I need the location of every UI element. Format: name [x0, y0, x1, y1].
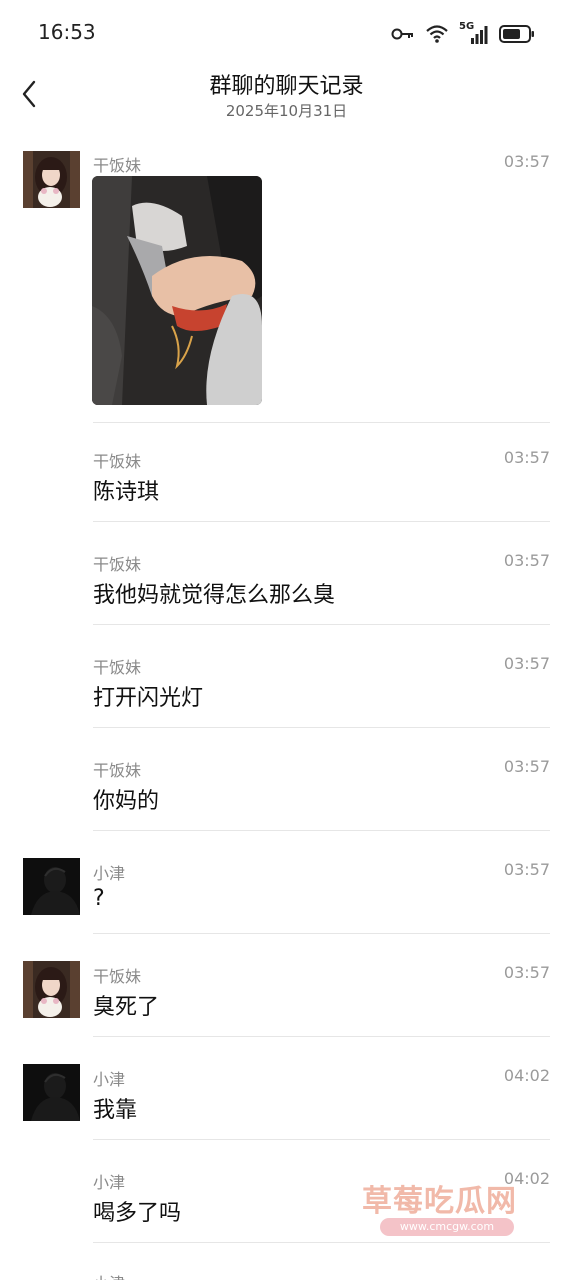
message-item: 干饭妹 03:57 我他妈就觉得怎么那么臭	[0, 549, 573, 619]
status-time: 16:53	[38, 20, 96, 44]
page-date: 2025年10月31日	[225, 102, 348, 120]
message-time: 03:57	[503, 654, 550, 673]
sender-name: 小津	[93, 1173, 126, 1192]
message-text: ?	[93, 886, 105, 911]
message-text: 你妈的	[93, 789, 160, 814]
status-bar: 16:53 5G	[0, 0, 573, 66]
divider	[93, 1139, 550, 1140]
divider	[93, 727, 550, 728]
message-text: 打开闪光灯	[93, 686, 204, 711]
divider	[93, 422, 550, 423]
sender-name: 小津	[93, 1070, 126, 1089]
message-time: 04:02	[503, 1066, 550, 1085]
message-item: 干饭妹 03:57 你妈的	[0, 755, 573, 825]
message-time: 03:57	[503, 152, 550, 171]
message-item: 干饭妹 03:57	[0, 150, 573, 422]
sender-name: 干饭妹	[93, 967, 142, 986]
divider	[93, 521, 550, 522]
message-item: 干饭妹 03:57 臭死了	[0, 961, 573, 1031]
message-text: 喝多了吗	[93, 1201, 182, 1226]
wifi-icon	[426, 25, 448, 43]
message-time: 03:57	[503, 551, 550, 570]
sender-name: 干饭妹	[93, 761, 142, 780]
message-item: 小津 03:57 ?	[0, 858, 573, 928]
page-title: 群聊的聊天记录	[209, 74, 364, 99]
sender-name: 干饭妹	[93, 452, 142, 471]
status-icons: 5G	[391, 20, 535, 48]
avatar-xiaojin[interactable]	[23, 858, 80, 915]
divider	[93, 1242, 550, 1243]
avatar-ganfanmei[interactable]	[23, 151, 80, 208]
sender-name: 干饭妹	[93, 658, 142, 677]
divider	[93, 1036, 550, 1037]
avatar-ganfanmei[interactable]	[23, 961, 80, 1018]
sender-name: 干饭妹	[93, 156, 142, 175]
message-text: 臭死了	[93, 995, 160, 1020]
divider	[93, 624, 550, 625]
sender-name: 小津	[93, 864, 126, 883]
divider	[93, 933, 550, 934]
avatar-xiaojin[interactable]	[23, 1064, 80, 1121]
message-item: 干饭妹 03:57 打开闪光灯	[0, 652, 573, 722]
message-time: 04:02	[503, 1169, 550, 1188]
message-item: 小津 04:02 喝多了吗	[0, 1167, 573, 1237]
message-text: 我他妈就觉得怎么那么臭	[93, 583, 336, 608]
message-time: 03:57	[503, 757, 550, 776]
key-icon	[391, 28, 413, 40]
message-item: 小津 04:02 我靠	[0, 1064, 573, 1134]
divider	[93, 830, 550, 831]
signal-icon: 5G	[459, 21, 489, 45]
sender-name: 小津	[93, 1270, 125, 1280]
header: 群聊的聊天记录 2025年10月31日	[0, 66, 573, 126]
message-text: 我靠	[93, 1098, 138, 1123]
sender-name: 干饭妹	[93, 555, 142, 574]
message-item: 干饭妹 03:57 陈诗琪	[0, 446, 573, 516]
message-time: 03:57	[503, 963, 550, 982]
message-item: 小津	[0, 1268, 573, 1280]
message-image[interactable]	[92, 176, 262, 405]
message-text: 陈诗琪	[93, 480, 160, 505]
message-time: 03:57	[503, 860, 550, 879]
battery-icon	[499, 25, 534, 43]
message-time: 03:57	[503, 448, 550, 467]
